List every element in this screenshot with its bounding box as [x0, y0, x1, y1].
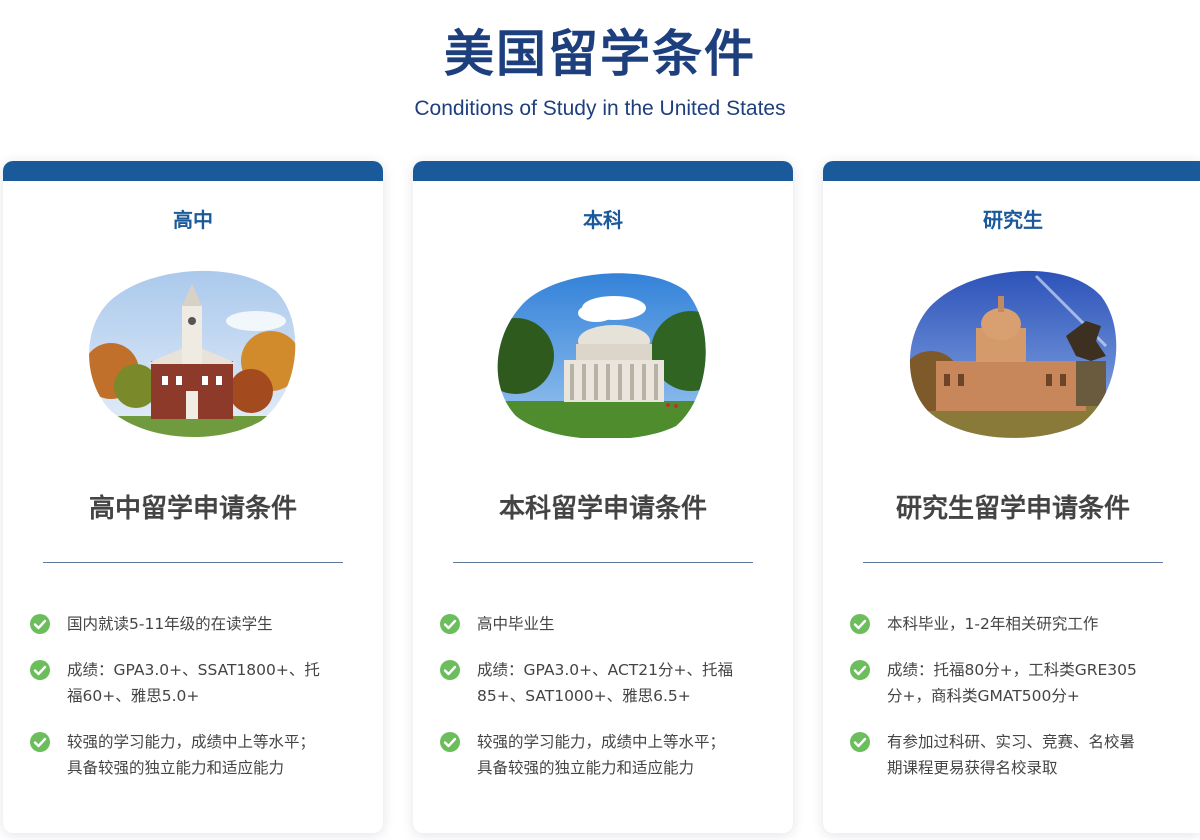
card-heading: 研究生留学申请条件 [895, 494, 1130, 524]
list-item: 有参加过科研、实习、竞赛、名校暑期课程更易获得名校录取 [849, 729, 1149, 781]
requirements-list: 高中毕业生 成绩：GPA3.0+、ACT21分+、托福85+、SAT1000+、… [439, 611, 739, 801]
card-divider [453, 562, 753, 563]
card-graduate[interactable]: 研究生 研究生留学申请条件 本科毕业，1-2年相关研究工作 成绩：托福80分+，… [823, 161, 1200, 833]
check-circle-icon [850, 732, 870, 752]
list-item: 成绩：GPA3.0+、SSAT1800+、托福60+、雅思5.0+ [29, 657, 329, 709]
card-top-bar [413, 161, 793, 181]
university-dome-image [496, 266, 708, 438]
card-heading: 高中留学申请条件 [88, 494, 297, 524]
page-subtitle: Conditions of Study in the United States [414, 97, 786, 120]
check-circle-icon [30, 660, 50, 680]
card-tag: 本科 [583, 208, 623, 232]
card-tag: 研究生 [983, 208, 1043, 232]
check-circle-icon [440, 614, 460, 634]
list-item: 高中毕业生 [439, 611, 739, 637]
list-item: 较强的学习能力，成绩中上等水平；具备较强的独立能力和适应能力 [439, 729, 739, 781]
requirement-text: 较强的学习能力，成绩中上等水平；具备较强的独立能力和适应能力 [67, 733, 316, 777]
card-undergraduate[interactable]: 本科 本科留学申请条件 高中毕业生 成绩：GPA3.0+、ACT21分+、托福8… [413, 161, 793, 833]
requirement-text: 成绩：GPA3.0+、ACT21分+、托福85+、SAT1000+、雅思6.5+ [477, 661, 733, 705]
requirements-list: 国内就读5-11年级的在读学生 成绩：GPA3.0+、SSAT1800+、托福6… [29, 611, 329, 801]
campus-clocktower-image [86, 266, 298, 438]
card-top-bar [3, 161, 383, 181]
list-item: 较强的学习能力，成绩中上等水平；具备较强的独立能力和适应能力 [29, 729, 329, 781]
list-item: 成绩：托福80分+，工科类GRE305分+，商科类GMAT500分+ [849, 657, 1149, 709]
card-top-bar [823, 161, 1200, 181]
check-circle-icon [440, 660, 460, 680]
check-circle-icon [850, 614, 870, 634]
requirements-list: 本科毕业，1-2年相关研究工作 成绩：托福80分+，工科类GRE305分+，商科… [849, 611, 1149, 801]
requirement-text: 成绩：托福80分+，工科类GRE305分+，商科类GMAT500分+ [887, 661, 1137, 705]
card-divider [43, 562, 343, 563]
card-heading: 本科留学申请条件 [498, 494, 707, 524]
check-circle-icon [30, 732, 50, 752]
requirement-text: 本科毕业，1-2年相关研究工作 [887, 615, 1099, 633]
requirement-text: 国内就读5-11年级的在读学生 [67, 615, 273, 633]
requirement-text: 成绩：GPA3.0+、SSAT1800+、托福60+、雅思5.0+ [67, 661, 320, 705]
requirement-text: 有参加过科研、实习、竞赛、名校暑期课程更易获得名校录取 [887, 733, 1136, 777]
requirement-text: 较强的学习能力，成绩中上等水平；具备较强的独立能力和适应能力 [477, 733, 726, 777]
check-circle-icon [440, 732, 460, 752]
card-tag: 高中 [173, 208, 213, 232]
check-circle-icon [850, 660, 870, 680]
list-item: 本科毕业，1-2年相关研究工作 [849, 611, 1149, 637]
check-circle-icon [30, 614, 50, 634]
capitol-building-image [906, 266, 1118, 438]
list-item: 国内就读5-11年级的在读学生 [29, 611, 329, 637]
requirement-text: 高中毕业生 [477, 615, 555, 633]
card-divider [863, 562, 1163, 563]
list-item: 成绩：GPA3.0+、ACT21分+、托福85+、SAT1000+、雅思6.5+ [439, 657, 739, 709]
page-title: 美国留学条件 [444, 25, 756, 83]
card-high-school[interactable]: 高中 高中留学申请条件 国内就读5-11年级的在读学生 成绩：GPA3.0+、S… [3, 161, 383, 833]
